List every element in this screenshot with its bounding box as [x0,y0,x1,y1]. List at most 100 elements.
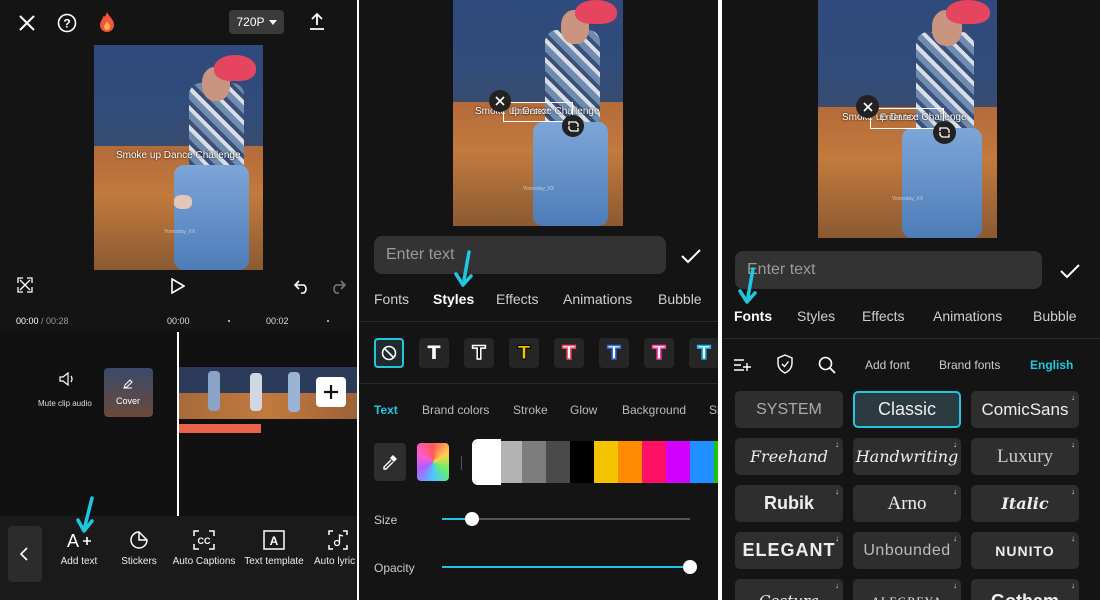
font-option-luxury[interactable]: Luxury ↓ [971,438,1079,475]
confirm-check-icon[interactable] [1058,261,1082,281]
style-preset-red-stroke[interactable]: T [554,338,584,368]
delete-text-button[interactable] [489,90,511,112]
rotate-scale-button[interactable] [562,115,584,137]
tool-label: Add text [60,556,98,567]
font-option-classic[interactable]: Classic [853,391,961,428]
font-option-gotham[interactable]: Gotham ↓ [971,579,1079,600]
subtab-stroke[interactable]: Stroke [513,403,548,417]
subtab-background[interactable]: Background [622,403,686,417]
add-clip-button[interactable] [316,377,346,407]
add-font-link[interactable]: Add font [865,358,910,372]
size-slider-track[interactable] [442,518,690,520]
font-option-unbounded[interactable]: Unbounded ↓ [853,532,961,569]
help-icon[interactable]: ? [56,12,78,34]
tab-animations[interactable]: Animations [933,308,1002,324]
tool-text-template[interactable]: A Text template [242,530,306,567]
color-swatch[interactable] [714,441,718,483]
font-option-handwriting[interactable]: Handwriting ↓ [853,438,961,475]
video-preview[interactable]: Smoke up Dance Challenge Enter text Yoon… [453,0,623,226]
color-swatch[interactable] [594,441,619,483]
play-icon[interactable] [168,276,188,296]
size-slider-handle[interactable] [464,512,479,526]
style-preset-pink-stroke[interactable]: T [644,338,674,368]
video-preview[interactable]: Smoke up Dance Challenge Enter text Yoon… [818,0,997,238]
tool-auto-lyrics[interactable]: Auto lyric [314,530,357,567]
color-swatch[interactable] [472,439,501,485]
subtab-shadow[interactable]: Sh [709,403,718,417]
tab-effects[interactable]: Effects [862,308,905,324]
style-preset-yellow[interactable]: T [509,338,539,368]
color-swatch[interactable] [666,441,691,483]
text-clip-track[interactable] [178,424,261,433]
rotate-scale-button[interactable] [933,121,956,144]
tab-fonts[interactable]: Fonts [734,308,772,324]
font-option-nunito[interactable]: NUNITO ↓ [971,532,1079,569]
color-swatch[interactable] [498,441,523,483]
search-icon[interactable] [817,355,837,375]
export-icon[interactable] [306,10,328,32]
text-selection-box[interactable] [870,108,944,129]
back-button[interactable] [8,526,42,582]
off-shield-icon[interactable] [775,354,795,374]
tab-animations[interactable]: Animations [563,291,632,307]
color-swatch[interactable] [690,441,715,483]
color-swatch[interactable] [522,441,547,483]
close-icon[interactable] [16,12,38,34]
tool-auto-captions[interactable]: CC Auto Captions [170,530,238,567]
font-option-rubik[interactable]: Rubik ↓ [735,485,843,522]
text-input[interactable]: Enter text [735,251,1042,289]
custom-color-picker[interactable] [417,443,449,481]
font-option-costura[interactable]: Costura ↓ [735,579,843,600]
style-preset-outline[interactable]: T [464,338,494,368]
subtab-glow[interactable]: Glow [570,403,597,417]
eyedropper-button[interactable] [374,443,406,481]
style-preset-blue-stroke[interactable]: T [599,338,629,368]
mute-clip-label[interactable]: Mute clip audio [38,399,92,408]
flame-icon[interactable] [96,10,118,34]
style-preset-white[interactable]: T [419,338,449,368]
font-option-italic[interactable]: Italic ↓ [971,485,1079,522]
cover-thumbnail[interactable]: Cover [104,368,153,417]
color-swatch[interactable] [570,441,595,483]
font-option-elegant[interactable]: ELEGANT ↓ [735,532,843,569]
download-icon: ↓ [953,440,957,449]
color-swatch[interactable] [546,441,571,483]
tab-bubble[interactable]: Bubble [1033,308,1077,324]
resolution-dropdown[interactable]: 720P [229,10,284,34]
tab-effects[interactable]: Effects [496,291,539,307]
tool-stickers[interactable]: Stickers [116,530,162,567]
font-option-label: ALEGREYA [871,594,942,600]
tab-styles[interactable]: Styles [433,291,474,307]
opacity-slider-handle[interactable] [683,560,697,574]
english-fonts-filter[interactable]: English [1030,358,1073,372]
brand-fonts-link[interactable]: Brand fonts [939,358,1000,372]
delete-text-button[interactable] [856,95,879,118]
style-preset-cyan-stroke[interactable]: T [689,338,718,368]
redo-icon[interactable] [328,276,348,296]
fullscreen-icon[interactable] [16,276,34,294]
color-swatch[interactable] [618,441,643,483]
subtab-brand-colors[interactable]: Brand colors [422,403,489,417]
color-swatch[interactable] [642,441,667,483]
speaker-icon[interactable] [58,370,76,388]
tab-bubble[interactable]: Bubble [658,291,702,307]
text-input[interactable]: Enter text [374,236,666,274]
tab-fonts[interactable]: Fonts [374,291,409,307]
font-option-comicsans[interactable]: ComicSans ↓ [971,391,1079,428]
subtab-text[interactable]: Text [374,403,398,417]
font-list-add-icon[interactable] [732,356,752,374]
tool-add-text[interactable]: A Add text [56,530,102,567]
font-option-arno[interactable]: Arno ↓ [853,485,961,522]
video-caption[interactable]: Smoke up Dance Challenge [116,150,241,161]
undo-icon[interactable] [292,276,312,296]
text-selection-box[interactable] [503,102,573,122]
font-option-alegreya[interactable]: ALEGREYA ↓ [853,579,961,600]
style-none[interactable] [374,338,404,368]
playhead[interactable] [177,332,179,516]
watermark: Yoonsday_XX [164,229,196,235]
font-option-system[interactable]: SYSTEM [735,391,843,428]
tab-styles[interactable]: Styles [797,308,835,324]
font-option-freehand[interactable]: Freehand ↓ [735,438,843,475]
confirm-check-icon[interactable] [679,246,703,266]
video-preview[interactable]: Smoke up Dance Challenge Yoonsday_XX [94,45,263,270]
